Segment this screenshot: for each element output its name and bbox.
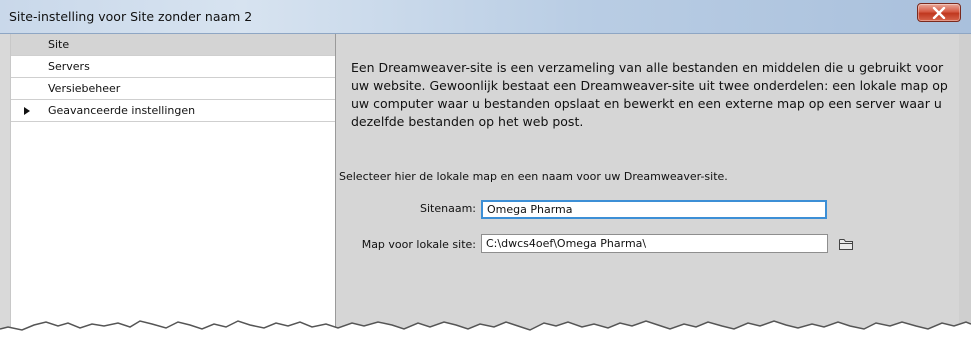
- torn-edge-decoration: [0, 320, 971, 338]
- close-button[interactable]: [917, 3, 961, 22]
- site-setup-dialog: Site-instelling voor Site zonder naam 2 …: [0, 0, 971, 338]
- close-icon: [932, 7, 946, 19]
- dialog-body: Site Servers Versiebeheer Geavanceerde i…: [0, 34, 971, 338]
- title-bar[interactable]: Site-instelling voor Site zonder naam 2: [0, 0, 971, 34]
- window-title: Site-instelling voor Site zonder naam 2: [9, 9, 253, 24]
